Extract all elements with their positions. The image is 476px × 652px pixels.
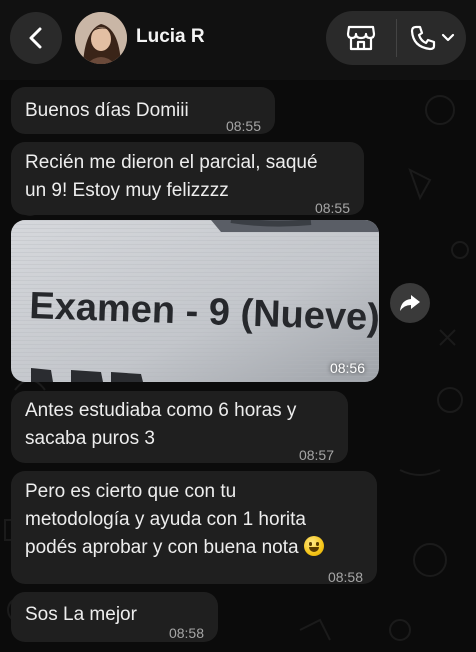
message-line: Buenos días Domiii: [25, 100, 189, 121]
message-line: sacaba puros 3: [25, 428, 155, 449]
message-text: Recién me dieron el parcial, saqué un 9!…: [25, 149, 318, 205]
header-actions: [326, 11, 466, 65]
phone-icon: [410, 25, 435, 51]
storefront-icon: [346, 25, 376, 51]
message-line: Antes estudiaba como 6 horas y: [25, 400, 297, 421]
forward-icon: [400, 295, 420, 311]
message-line: Recién me dieron el parcial, saqué: [25, 152, 318, 173]
message-text: Antes estudiaba como 6 horas y sacaba pu…: [25, 397, 296, 453]
chevron-down-icon: [441, 33, 454, 42]
avatar-photo: [75, 12, 127, 64]
message-time: 08:58: [168, 625, 204, 641]
chat-header: Lucia R: [0, 0, 476, 80]
call-button[interactable]: [397, 11, 466, 65]
message-text: Buenos días Domiii: [25, 97, 189, 125]
back-button[interactable]: [10, 12, 62, 64]
message-line: Pero es cierto que con tu: [25, 481, 237, 502]
exam-photo: Examen - 9 (Nueve): [11, 220, 379, 382]
incoming-message[interactable]: Pero es cierto que con tu metodología y …: [11, 471, 377, 585]
grinning-face-emoji: [303, 536, 324, 556]
message-line: metodología y ayuda con 1 horita: [25, 509, 306, 530]
message-time: 08:55: [225, 118, 261, 134]
message-line: un 9! Estoy muy felizzzz: [25, 180, 229, 201]
avatar[interactable]: [75, 12, 127, 64]
message-time: 08:57: [298, 447, 334, 463]
message-time: 08:56: [329, 360, 365, 376]
incoming-message[interactable]: Antes estudiaba como 6 horas y sacaba pu…: [11, 391, 348, 463]
contact-name[interactable]: Lucia R: [136, 26, 205, 48]
chevron-left-icon: [29, 27, 42, 49]
incoming-message[interactable]: Recién me dieron el parcial, saqué un 9!…: [11, 142, 364, 216]
catalog-button[interactable]: [326, 11, 396, 65]
message-time: 08:55: [314, 200, 350, 216]
message-time: 08:58: [327, 569, 363, 585]
image-message[interactable]: Examen - 9 (Nueve) 08:56: [11, 220, 379, 382]
message-line: Sos La mejor: [25, 604, 137, 625]
forward-button[interactable]: [390, 283, 430, 323]
message-text: Pero es cierto que con tu metodología y …: [25, 478, 324, 562]
message-text: Sos La mejor: [25, 601, 137, 629]
message-line: podés aprobar y con buena nota: [25, 537, 299, 558]
incoming-message[interactable]: Sos La mejor 08:58: [11, 592, 218, 642]
incoming-message[interactable]: Buenos días Domiii 08:55: [11, 87, 275, 134]
